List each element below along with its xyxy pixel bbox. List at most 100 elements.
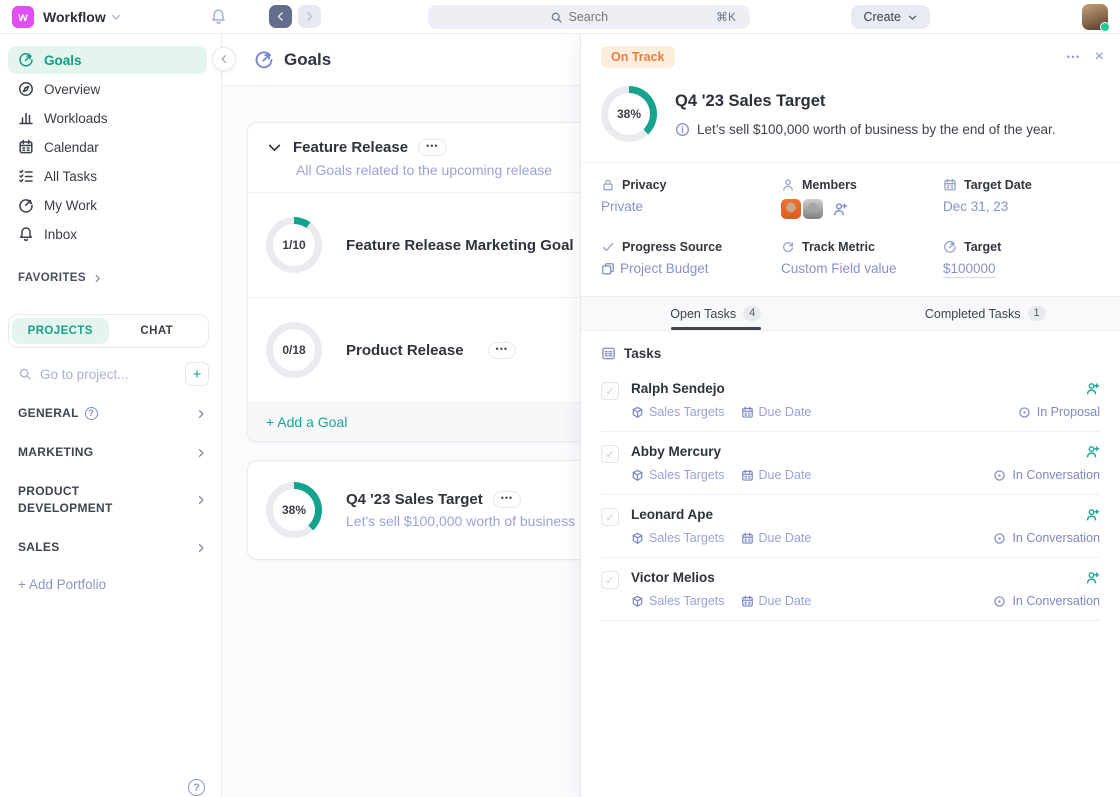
task-list-chip[interactable]: Sales Targets	[631, 468, 725, 482]
task-list-card-icon	[601, 346, 616, 361]
workspace-name[interactable]: Workflow	[43, 9, 106, 25]
sidebar-item-workloads[interactable]: Workloads	[8, 104, 207, 132]
status-badge[interactable]: On Track	[601, 46, 675, 68]
task-list-chip[interactable]: Sales Targets	[631, 594, 725, 608]
forward-button[interactable]	[298, 5, 321, 28]
task-status[interactable]: In Conversation	[993, 594, 1100, 608]
sidebar-item-label: Calendar	[44, 140, 99, 155]
task-checkbox[interactable]: ✓	[601, 508, 619, 526]
chevron-down-icon[interactable]	[110, 11, 122, 23]
task-checkbox[interactable]: ✓	[601, 382, 619, 400]
property-target[interactable]: Target $100000	[943, 240, 1100, 278]
task-name[interactable]: Abby Mercury	[631, 444, 721, 459]
sidebar-item-all-tasks[interactable]: All Tasks	[8, 162, 207, 190]
calendar-icon	[741, 469, 754, 482]
goal-properties: Privacy Private Members Target Date Dec …	[581, 162, 1120, 296]
property-progress-source[interactable]: Progress Source Project Budget	[601, 240, 781, 278]
member-avatar[interactable]	[803, 199, 823, 219]
task-list-chip[interactable]: Sales Targets	[631, 531, 725, 545]
task-row[interactable]: ✓ Leonard Ape Sales Targets Due Date In …	[601, 495, 1100, 558]
assign-person-icon[interactable]	[1085, 444, 1100, 459]
sidebar: Goals Overview Workloads Calendar All Ta…	[0, 34, 222, 797]
project-search-input[interactable]	[40, 367, 177, 382]
back-button[interactable]	[269, 5, 292, 28]
completed-tasks-count: 1	[1028, 306, 1046, 321]
task-list-chip[interactable]: Sales Targets	[631, 405, 725, 419]
task-name[interactable]: Leonard Ape	[631, 507, 713, 522]
sidebar-item-label: Inbox	[44, 227, 77, 242]
sidebar-item-overview[interactable]: Overview	[8, 75, 207, 103]
task-status[interactable]: In Proposal	[1018, 405, 1100, 419]
assign-person-icon[interactable]	[1085, 381, 1100, 396]
task-row[interactable]: ✓ Victor Melios Sales Targets Due Date I…	[601, 558, 1100, 621]
global-search[interactable]: ⌘K	[428, 5, 750, 29]
task-checkbox[interactable]: ✓	[601, 571, 619, 589]
notifications-bell-icon[interactable]	[210, 8, 227, 25]
property-value[interactable]: $100000	[943, 261, 996, 278]
member-avatar[interactable]	[781, 199, 801, 219]
folder-menu-button[interactable]: •••	[418, 139, 446, 156]
sidebar-item-inbox[interactable]: Inbox	[8, 220, 207, 248]
goal-title[interactable]: Q4 '23 Sales Target	[346, 491, 483, 508]
portfolio-product-development[interactable]: PRODUCT DEVELOPMENT	[18, 472, 207, 528]
property-value[interactable]: Private	[601, 199, 781, 214]
sidebar-collapse-button[interactable]	[212, 47, 236, 71]
info-icon	[675, 122, 690, 137]
task-row[interactable]: ✓ Abby Mercury Sales Targets Due Date In…	[601, 432, 1100, 495]
portfolio-general[interactable]: GENERAL?	[18, 394, 207, 433]
goal-menu-button[interactable]: •••	[488, 342, 516, 359]
task-status[interactable]: In Conversation	[993, 468, 1100, 482]
folder-title[interactable]: Feature Release	[293, 139, 408, 156]
property-track-metric[interactable]: Track Metric Custom Field value	[781, 240, 943, 278]
goal-progress-ring: 38%	[601, 86, 657, 142]
property-value[interactable]: Project Budget	[620, 261, 709, 276]
tab-projects[interactable]: PROJECTS	[12, 318, 109, 344]
goal-title[interactable]: Product Release	[346, 342, 464, 359]
favorites-toggle[interactable]: FAVORITES	[18, 272, 221, 284]
close-icon[interactable]: ×	[1095, 48, 1104, 66]
add-project-button[interactable]: +	[185, 362, 209, 386]
add-portfolio-button[interactable]: + Add Portfolio	[18, 577, 221, 592]
property-target-date[interactable]: Target Date Dec 31, 23	[943, 178, 1100, 219]
property-privacy[interactable]: Privacy Private	[601, 178, 781, 219]
task-due-date-chip[interactable]: Due Date	[741, 531, 812, 545]
portfolio-marketing[interactable]: MARKETING	[18, 433, 207, 472]
goal-menu-button[interactable]: •••	[493, 491, 521, 508]
create-button[interactable]: Create	[851, 5, 930, 29]
help-icon[interactable]: ?	[85, 407, 98, 420]
user-avatar[interactable]	[1082, 4, 1108, 30]
property-value[interactable]: Dec 31, 23	[943, 199, 1100, 214]
assign-person-icon[interactable]	[1085, 507, 1100, 522]
task-status[interactable]: In Conversation	[993, 531, 1100, 545]
task-due-date-chip[interactable]: Due Date	[741, 468, 812, 482]
workspace-logo[interactable]: w	[12, 6, 34, 28]
chevron-down-icon[interactable]	[266, 139, 283, 156]
property-value[interactable]: Custom Field value	[781, 261, 943, 276]
task-checkbox[interactable]: ✓	[601, 445, 619, 463]
task-name[interactable]: Victor Melios	[631, 570, 715, 585]
tab-chat[interactable]: CHAT	[109, 318, 206, 344]
sidebar-item-my-work[interactable]: My Work	[8, 191, 207, 219]
add-member-icon[interactable]	[832, 201, 848, 217]
portfolio-sales[interactable]: SALES	[18, 528, 207, 567]
help-button[interactable]: ?	[188, 779, 205, 796]
task-name[interactable]: Ralph Sendejo	[631, 381, 725, 396]
assign-person-icon[interactable]	[1085, 570, 1100, 585]
search-shortcut: ⌘K	[716, 10, 736, 24]
task-row[interactable]: ✓ Ralph Sendejo Sales Targets Due Date I…	[601, 369, 1100, 432]
property-members[interactable]: Members	[781, 178, 943, 219]
task-due-date-chip[interactable]: Due Date	[741, 405, 812, 419]
panel-menu-button[interactable]: •••	[1067, 52, 1081, 62]
task-due-date-chip[interactable]: Due Date	[741, 594, 812, 608]
goal-detail-title[interactable]: Q4 '23 Sales Target	[675, 92, 1056, 111]
tab-completed-tasks[interactable]: Completed Tasks 1	[851, 297, 1120, 330]
sidebar-item-goals[interactable]: Goals	[8, 46, 207, 74]
search-input[interactable]	[569, 10, 629, 24]
chevron-right-icon	[195, 494, 207, 506]
calendar-icon	[741, 532, 754, 545]
calendar-icon	[18, 139, 34, 155]
sidebar-item-calendar[interactable]: Calendar	[8, 133, 207, 161]
calendar-icon	[741, 406, 754, 419]
tab-open-tasks[interactable]: Open Tasks 4	[581, 297, 851, 330]
goal-title[interactable]: Feature Release Marketing Goal	[346, 237, 574, 254]
